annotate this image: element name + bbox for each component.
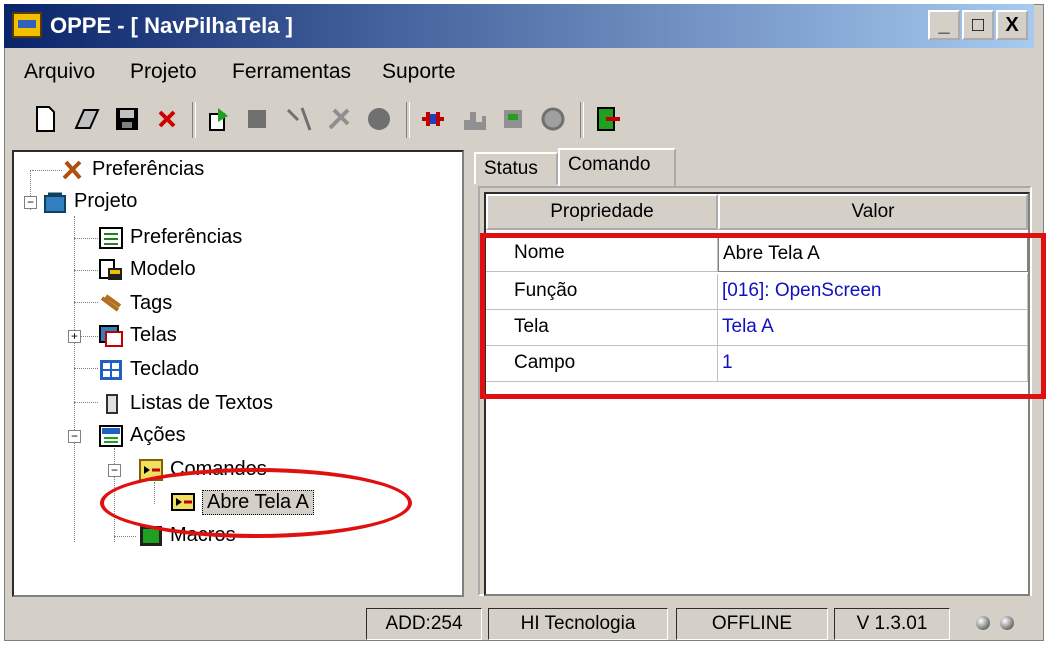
tree-line [114,536,136,537]
tab-status[interactable]: Status [474,152,558,184]
exit-icon[interactable] [594,104,624,134]
macros-icon [140,526,162,546]
table-row[interactable]: Função [016]: OpenScreen [486,274,1032,310]
save-icon[interactable] [112,104,142,134]
tree-line [74,270,98,271]
toolbar-separator [406,102,410,138]
menu-projeto[interactable]: Projeto [130,60,197,84]
tree-line [32,170,62,171]
status-version: V 1.3.01 [834,608,950,640]
model-icon [99,259,122,280]
menu-arquivo[interactable]: Arquivo [24,60,95,84]
tags-icon [100,294,122,312]
toolbar-separator [192,102,196,138]
property-name: Campo [486,346,718,382]
tree-line [74,238,98,239]
property-name: Tela [486,310,718,346]
table-row[interactable]: Nome Abre Tela A [486,236,1032,272]
open-file-icon[interactable] [72,104,102,134]
tree-label: Telas [130,324,177,346]
tree-label: Tags [130,292,173,314]
status-led-icon [1000,616,1014,630]
tree-label: Preferências [92,158,205,180]
menu-ferramentas[interactable]: Ferramentas [232,60,351,84]
tree-line [74,402,98,403]
tree-label: Ações [130,424,186,446]
property-value[interactable]: Tela A [718,310,1028,346]
status-address: ADD:254 [366,608,482,640]
table-row[interactable]: Campo 1 [486,346,1032,382]
status-company: HI Tecnologia [488,608,668,640]
property-grid[interactable]: Propriedade Valor Nome Abre Tela A Funçã… [484,192,1030,596]
screens-icon [99,325,123,347]
compile-icon[interactable] [242,104,272,134]
gear-icon[interactable] [538,104,568,134]
menu-bar: Arquivo Projeto Ferramentas Suporte [4,52,1034,88]
property-name: Nome [486,236,718,272]
new-file-icon[interactable] [30,104,60,134]
tree-line [74,368,98,369]
toolbar-separator [580,102,584,138]
expand-toggle[interactable]: + [68,330,81,343]
record-icon[interactable] [364,104,394,134]
module-icon[interactable] [498,104,528,134]
tree-label: Comandos [170,458,267,480]
tree-label: Teclado [130,358,199,380]
property-value[interactable]: 1 [718,346,1028,382]
tree-line [74,302,98,303]
commands-folder-icon [139,459,163,481]
actions-icon [99,425,123,447]
property-value[interactable]: [016]: OpenScreen [718,274,1028,310]
tools-icon [62,160,82,180]
tree-line [154,482,155,504]
title-bar[interactable]: OPPE - [ NavPilhaTela ] _ □ X [4,4,1034,48]
delete-icon[interactable] [152,104,182,134]
property-value-input[interactable]: Abre Tela A [718,236,1028,272]
tab-comando[interactable]: Comando [558,148,676,186]
settings-list-icon [99,227,123,249]
project-tree[interactable]: − + − − Preferências Projeto Preferência… [12,150,464,597]
status-led-icon [976,616,990,630]
tree-label: Preferências [130,226,243,248]
column-header-property[interactable]: Propriedade [486,194,718,230]
tree-label: Listas de Textos [130,392,274,414]
table-row[interactable]: Tela Tela A [486,310,1032,346]
tree-label: Macros [170,524,236,546]
minimize-button[interactable]: _ [928,10,960,40]
tree-label: Projeto [74,190,138,212]
tree-label: Abre Tela A [202,490,314,515]
tree-line [80,336,98,337]
window-title: OPPE - [ NavPilhaTela ] [50,13,293,38]
chart-icon[interactable] [460,104,490,134]
text-list-icon [106,394,118,414]
collapse-toggle[interactable]: − [108,464,121,477]
maximize-button[interactable]: □ [962,10,994,40]
status-connection: OFFLINE [676,608,828,640]
keyboard-icon [100,360,122,380]
transfer-icon[interactable] [284,104,314,134]
menu-suporte[interactable]: Suporte [382,60,456,84]
tree-line [74,216,75,542]
tree-label: Modelo [130,258,196,280]
collapse-toggle[interactable]: − [24,196,37,209]
close-button[interactable]: X [996,10,1028,40]
column-header-value[interactable]: Valor [718,194,1028,230]
command-icon [171,493,195,511]
status-bar: ADD:254 HI Tecnologia OFFLINE V 1.3.01 [4,606,1044,644]
connect-icon[interactable] [418,104,448,134]
tree-item-abre-tela-a[interactable]: Abre Tela A [170,488,340,516]
property-name: Função [486,274,718,310]
app-icon[interactable] [12,12,42,38]
project-icon [44,192,66,213]
import-icon[interactable] [204,104,234,134]
toolbar [4,96,1034,144]
collapse-toggle[interactable]: − [68,430,81,443]
tool-icon[interactable] [324,104,354,134]
